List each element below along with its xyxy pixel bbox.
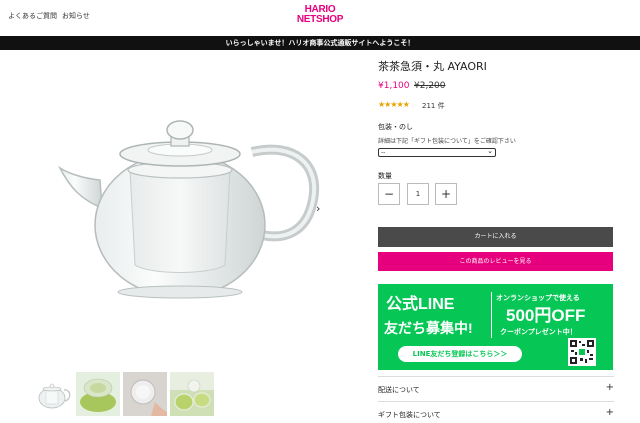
quantity-input[interactable]: 1: [407, 183, 429, 205]
wrapping-selected-value: --: [381, 149, 386, 156]
accordion-gift-wrap[interactable]: ギフト包装について +: [378, 401, 614, 423]
accordion-shipping-label: 配送について: [378, 386, 420, 394]
plus-icon: +: [605, 382, 614, 393]
thumbnail-teapot[interactable]: [30, 372, 74, 416]
thumbnail-tea-cups[interactable]: [170, 372, 214, 416]
line-coupon-banner[interactable]: 公式LINE 友だち募集中! オンランショップで使える 500円OFF クーポン…: [378, 284, 613, 370]
wrapping-select[interactable]: -- ⌄: [378, 148, 496, 157]
faq-link[interactable]: よくあるご質問: [8, 11, 57, 21]
logo-line-2: NETSHOP: [296, 14, 344, 25]
chevron-down-icon: ⌄: [487, 147, 493, 155]
banner-coupon-text: クーポンプレゼント中！: [500, 328, 577, 336]
product-main-image: [58, 120, 320, 299]
gallery-next-arrow[interactable]: ›: [316, 202, 320, 215]
banner-line-title: 公式LINE: [386, 296, 455, 313]
banner-divider: [491, 292, 492, 338]
quantity-minus-button[interactable]: −: [378, 183, 400, 205]
original-price: ¥2,200: [414, 81, 446, 91]
line-register-button[interactable]: LINE友だち登録はこちら＞＞: [398, 346, 522, 362]
accordion-gift-wrap-label: ギフト包装について: [378, 411, 441, 419]
wrapping-note: 詳細は下記「ギフト包装について」をご確認下さい: [378, 138, 516, 145]
view-reviews-button[interactable]: この商品のレビューを見る: [378, 252, 613, 271]
banner-discount-text: 500円OFF: [506, 306, 586, 325]
qr-code-icon: [568, 338, 596, 366]
product-title: 茶茶急須・丸 AYAORI: [378, 60, 487, 73]
thumbnail-green-tea[interactable]: [76, 372, 120, 416]
quantity-plus-button[interactable]: +: [435, 183, 457, 205]
accordion-shipping[interactable]: 配送について +: [378, 376, 614, 400]
review-count[interactable]: 211 件: [422, 101, 445, 111]
rating-stars-icon[interactable]: ★★★★★: [378, 100, 410, 109]
sale-price: ¥1,100: [378, 81, 410, 91]
quantity-label: 数量: [378, 172, 392, 180]
thumbnail-strainer[interactable]: [123, 372, 167, 416]
wrapping-label: 包装・のし: [378, 123, 413, 131]
banner-friends-text: 友だち募集中!: [384, 320, 473, 336]
product-info-panel: 茶茶急須・丸 AYAORI ¥1,100 ¥2,200 ★★★★★ 211 件 …: [378, 0, 614, 423]
site-logo[interactable]: HARIO NETSHOP: [294, 5, 346, 25]
add-to-cart-button[interactable]: カートに入れる: [378, 227, 613, 247]
news-link[interactable]: お知らせ: [62, 11, 90, 21]
plus-icon: +: [605, 407, 614, 418]
